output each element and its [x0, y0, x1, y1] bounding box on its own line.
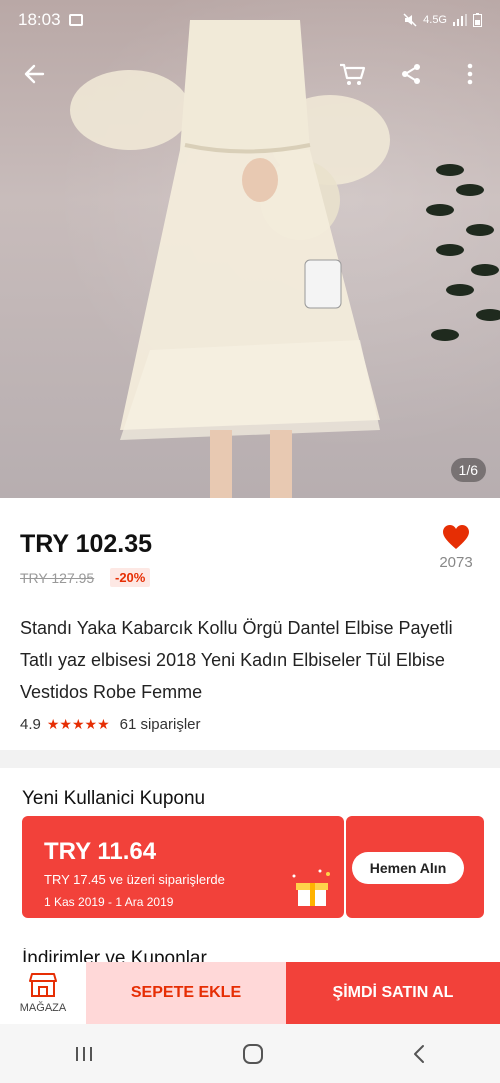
store-button[interactable]: MAĞAZA	[0, 962, 86, 1024]
signal-icon	[453, 14, 467, 26]
more-vert-icon	[467, 63, 473, 85]
discount-badge: -20%	[110, 568, 151, 587]
status-bar: 18:03 4.5G	[0, 0, 500, 40]
bottom-action-bar: MAĞAZA SEPETE EKLE ŞİMDİ SATIN AL	[0, 962, 500, 1024]
status-time: 18:03	[18, 10, 61, 29]
recents-icon[interactable]	[74, 1045, 94, 1063]
gift-box-icon	[292, 869, 330, 906]
share-icon	[402, 64, 420, 84]
product-title: Standı Yaka Kabarcık Kollu Örgü Dantel E…	[20, 618, 453, 702]
share-button[interactable]	[393, 56, 429, 92]
rating-value: 4.9	[20, 716, 41, 733]
store-icon	[29, 973, 57, 997]
gallery-page-indicator: 1/6	[450, 458, 486, 482]
back-nav-icon[interactable]	[412, 1044, 426, 1064]
gallery-notification-icon	[68, 14, 83, 26]
status-icons: 4.5G	[403, 13, 482, 27]
original-price: TRY 127.95	[20, 570, 95, 586]
back-arrow-icon	[24, 64, 45, 84]
add-to-cart-button[interactable]: SEPETE EKLE	[86, 962, 286, 1024]
mute-icon	[403, 13, 417, 27]
wishlist-count: 2073	[439, 554, 473, 571]
more-options-button[interactable]	[452, 56, 488, 92]
cart-button[interactable]	[334, 56, 370, 92]
coupon-claim-area: Hemen Alın	[346, 816, 484, 918]
coupon-section-title: Yeni Kullanici Kuponu	[22, 788, 206, 809]
discounts-section-title: İndirimler ve Kuponlar	[22, 948, 207, 962]
coupon-details: TRY 11.64 TRY 17.45 ve üzeri siparişlerd…	[22, 816, 344, 918]
claim-coupon-button[interactable]: Hemen Alın	[352, 852, 464, 884]
rating-row[interactable]: 4.9 ★★★★★ 61 siparişler	[20, 716, 201, 733]
top-action-bar	[0, 50, 500, 96]
home-icon[interactable]	[242, 1043, 264, 1065]
store-label: MAĞAZA	[19, 1002, 67, 1014]
buy-now-button[interactable]: ŞİMDİ SATIN AL	[286, 962, 500, 1024]
section-divider	[0, 750, 500, 768]
coupon-condition: TRY 17.45 ve üzeri siparişlerde	[44, 872, 225, 887]
heart-icon	[443, 525, 469, 549]
coupon-section: Yeni Kullanici Kuponu TRY 11.64 TRY 17.4…	[0, 768, 500, 968]
battery-icon	[473, 13, 482, 27]
system-nav-bar	[0, 1024, 500, 1083]
new-user-coupon[interactable]: TRY 11.64 TRY 17.45 ve üzeri siparişlerd…	[22, 816, 484, 918]
back-button[interactable]	[16, 56, 52, 92]
product-info: TRY 102.35 TRY 127.95 -20% 2073 Standı Y…	[0, 498, 500, 750]
current-price: TRY 102.35	[20, 530, 153, 558]
orders-count: 61 siparişler	[119, 716, 201, 733]
coupon-validity: 1 Kas 2019 - 1 Ara 2019	[44, 895, 174, 909]
rating-stars: ★★★★★	[46, 716, 110, 732]
cart-icon	[340, 63, 366, 85]
network-type: 4.5G	[423, 14, 447, 26]
coupon-amount: TRY 11.64	[44, 838, 157, 865]
wishlist-button[interactable]: 2073	[426, 524, 486, 571]
